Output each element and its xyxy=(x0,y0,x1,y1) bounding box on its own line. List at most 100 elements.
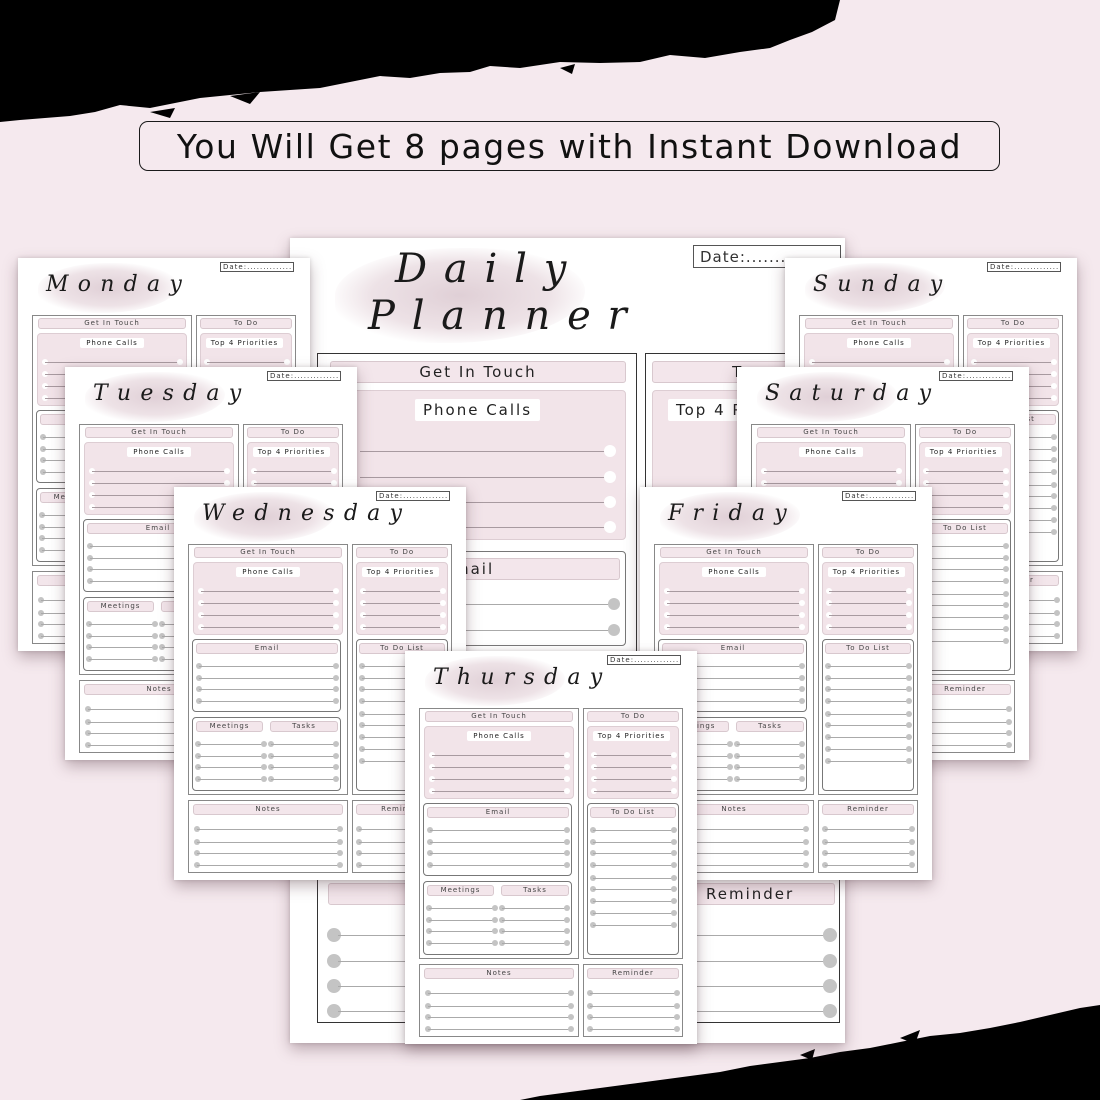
priorities-line xyxy=(363,603,443,604)
to-do-list-dot-end xyxy=(906,734,912,740)
date-field[interactable]: Date:................ xyxy=(939,371,1013,381)
tasks-dot-end xyxy=(799,741,805,747)
to-do-list-dot-end xyxy=(671,827,677,833)
date-field[interactable]: Date:................ xyxy=(842,491,916,501)
to-do-list-dot-end xyxy=(1003,543,1009,549)
phone-calls-dot-end xyxy=(944,359,950,365)
to-do-list-dot-end xyxy=(671,850,677,856)
meetings-line xyxy=(198,767,264,768)
cover-title-line1: Daily xyxy=(395,246,584,292)
meetings-dot-end xyxy=(152,656,158,662)
day-title: Monday xyxy=(46,272,192,297)
priorities-dot-end xyxy=(440,612,446,618)
meetings-line xyxy=(89,659,155,660)
to-do-list-line xyxy=(925,546,1006,547)
to-do-list-dot-end xyxy=(1003,591,1009,597)
cover-reminder-dot xyxy=(823,1004,837,1018)
phone-calls-label: Phone Calls xyxy=(847,338,911,348)
to-do-list-line xyxy=(593,853,674,854)
reminder-dot-end xyxy=(909,839,915,845)
cover-phone-dot xyxy=(604,496,616,508)
to-do-list-dot-end xyxy=(1003,638,1009,644)
date-field[interactable]: Date:................ xyxy=(220,262,294,272)
priorities-line xyxy=(254,483,334,484)
priorities-line xyxy=(594,791,674,792)
phone-calls-dot-end xyxy=(896,468,902,474)
to-do-list-line xyxy=(593,889,674,890)
to-do-list-line xyxy=(593,878,674,879)
to-do-list-dot-end xyxy=(1051,517,1057,523)
cover-email-dot xyxy=(608,598,620,610)
to-do-list-line xyxy=(925,605,1006,606)
tasks-line xyxy=(737,767,802,768)
tasks-line xyxy=(502,920,567,921)
tasks-line xyxy=(271,779,336,780)
reminder-dot-end xyxy=(1054,633,1060,639)
tasks-header: Tasks xyxy=(270,721,338,732)
notes-header: Notes xyxy=(193,804,343,815)
reminder-dot-end xyxy=(1006,719,1012,725)
meetings-dot-end xyxy=(492,940,498,946)
to-do-list-box xyxy=(822,639,914,791)
reminder-dot-end xyxy=(674,1026,680,1032)
date-field[interactable]: Date:................ xyxy=(607,655,681,665)
phone-calls-line xyxy=(667,615,802,616)
day-title: Thursday xyxy=(433,665,612,690)
meetings-dot-end xyxy=(261,776,267,782)
priorities-label: Top 4 Priorities xyxy=(362,567,439,577)
reminder-dot-end xyxy=(674,1014,680,1020)
tasks-dot-end xyxy=(799,753,805,759)
to-do-list-line xyxy=(828,737,909,738)
get-in-touch-header: Get In Touch xyxy=(194,547,342,558)
day-title: Wednesday xyxy=(202,501,412,526)
notes-line xyxy=(197,853,340,854)
notes-dot-end xyxy=(337,826,343,832)
to-do-list-line xyxy=(828,689,909,690)
priorities-line xyxy=(363,591,443,592)
meetings-header: Meetings xyxy=(427,885,494,896)
to-do-list-line xyxy=(925,641,1006,642)
meetings-line xyxy=(89,636,155,637)
priorities-dot-end xyxy=(284,359,290,365)
reminder-dot-end xyxy=(674,1003,680,1009)
to-do-list-dot-end xyxy=(1051,493,1057,499)
priorities-dot-end xyxy=(906,588,912,594)
to-do-list-dot-end xyxy=(906,746,912,752)
cover-email-dot xyxy=(608,624,620,636)
to-do-list-line xyxy=(925,569,1006,570)
phone-calls-line xyxy=(92,483,227,484)
day-title: Sunday xyxy=(813,272,952,297)
priorities-dot-end xyxy=(671,752,677,758)
priorities-dot-end xyxy=(1051,395,1057,401)
tasks-dot-end xyxy=(799,764,805,770)
to-do-list-dot-end xyxy=(1051,446,1057,452)
to-do-list-line xyxy=(828,666,909,667)
day-title: Friday xyxy=(668,501,796,526)
reminder-line xyxy=(825,842,912,843)
cover-reminder-line xyxy=(695,961,825,962)
get-in-touch-header: Get In Touch xyxy=(38,318,186,329)
notes-dot-end xyxy=(568,1014,574,1020)
priorities-line xyxy=(207,362,287,363)
email-line xyxy=(430,853,567,854)
meetings-dot-end xyxy=(261,753,267,759)
meetings-dot-end xyxy=(152,644,158,650)
phone-calls-dot-end xyxy=(799,600,805,606)
phone-calls-line xyxy=(667,603,802,604)
to-do-list-dot-end xyxy=(1003,614,1009,620)
notes-header: Notes xyxy=(424,968,574,979)
to-do-list-line xyxy=(593,901,674,902)
email-dot-end xyxy=(333,698,339,704)
to-do-header: To Do xyxy=(200,318,292,329)
headline-banner: You Will Get 8 pages with Instant Downlo… xyxy=(139,121,1000,171)
date-field[interactable]: Date:................ xyxy=(987,262,1061,272)
phone-calls-line xyxy=(92,471,227,472)
priorities-dot-end xyxy=(1051,383,1057,389)
notes-dot-end xyxy=(337,862,343,868)
date-field[interactable]: Date:................ xyxy=(376,491,450,501)
phone-calls-dot-end xyxy=(224,480,230,486)
priorities-line xyxy=(926,495,1006,496)
priorities-dot-end xyxy=(331,468,337,474)
tasks-line xyxy=(271,756,336,757)
date-field[interactable]: Date:................ xyxy=(267,371,341,381)
